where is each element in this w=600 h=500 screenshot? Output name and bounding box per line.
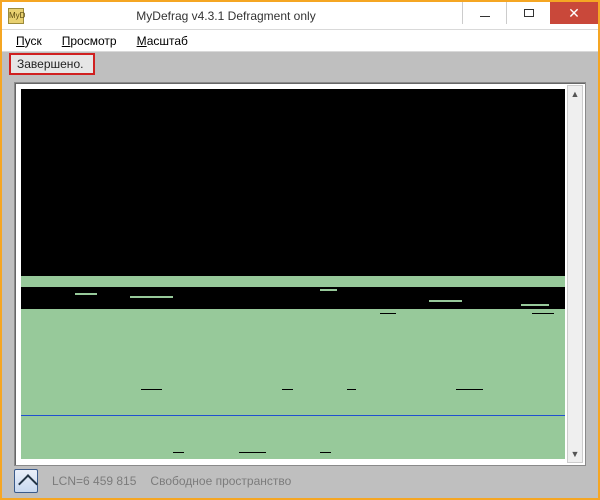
- titlebar: MyD MyDefrag v4.3.1 Defragment only ✕: [2, 2, 598, 30]
- disk-fragment: [521, 304, 548, 306]
- freespace-label: Свободное пространство: [150, 474, 291, 488]
- menubar: Пуск Просмотр Масштаб: [2, 30, 598, 52]
- disk-fragment: [32, 285, 65, 287]
- client-area: Завершено.: [2, 52, 598, 498]
- menu-run[interactable]: Пуск: [8, 32, 50, 50]
- disk-fragment: [320, 289, 336, 291]
- disk-fragment: [456, 389, 483, 390]
- disk-fragment: [320, 452, 331, 453]
- status-label: Завершено.: [9, 53, 95, 75]
- scroll-down-icon[interactable]: ▼: [568, 446, 582, 462]
- disk-fragment: [239, 452, 266, 453]
- disk-fragment: [380, 313, 396, 314]
- window-controls: ✕: [462, 2, 598, 29]
- disk-fragment: [141, 389, 163, 390]
- disk-block-used: [21, 89, 565, 276]
- disk-fragment: [429, 300, 462, 302]
- minimize-button[interactable]: [462, 2, 506, 24]
- close-button[interactable]: ✕: [550, 2, 598, 24]
- diskmap-frame: ▲ ▼: [14, 82, 586, 466]
- disk-fragment: [282, 389, 293, 390]
- disk-fragment: [532, 313, 554, 314]
- window-title: MyDefrag v4.3.1 Defragment only: [0, 9, 462, 23]
- diskmap[interactable]: [21, 89, 565, 459]
- menu-view[interactable]: Просмотр: [54, 32, 125, 50]
- disk-fragment: [75, 293, 97, 295]
- vertical-scrollbar[interactable]: ▲ ▼: [567, 85, 583, 463]
- footer: LCN=6 459 815 Свободное пространство: [14, 470, 586, 492]
- scroll-up-icon[interactable]: ▲: [568, 86, 582, 102]
- cursor-icon: [14, 469, 38, 493]
- disk-fragment: [173, 452, 184, 453]
- maximize-button[interactable]: [506, 2, 550, 24]
- disk-fragment: [130, 296, 174, 298]
- menu-zoom[interactable]: Масштаб: [129, 32, 196, 50]
- disk-fragment: [347, 389, 355, 390]
- lcn-readout: LCN=6 459 815: [52, 474, 136, 488]
- disk-separator-line: [21, 415, 565, 416]
- disk-block-used: [21, 287, 565, 309]
